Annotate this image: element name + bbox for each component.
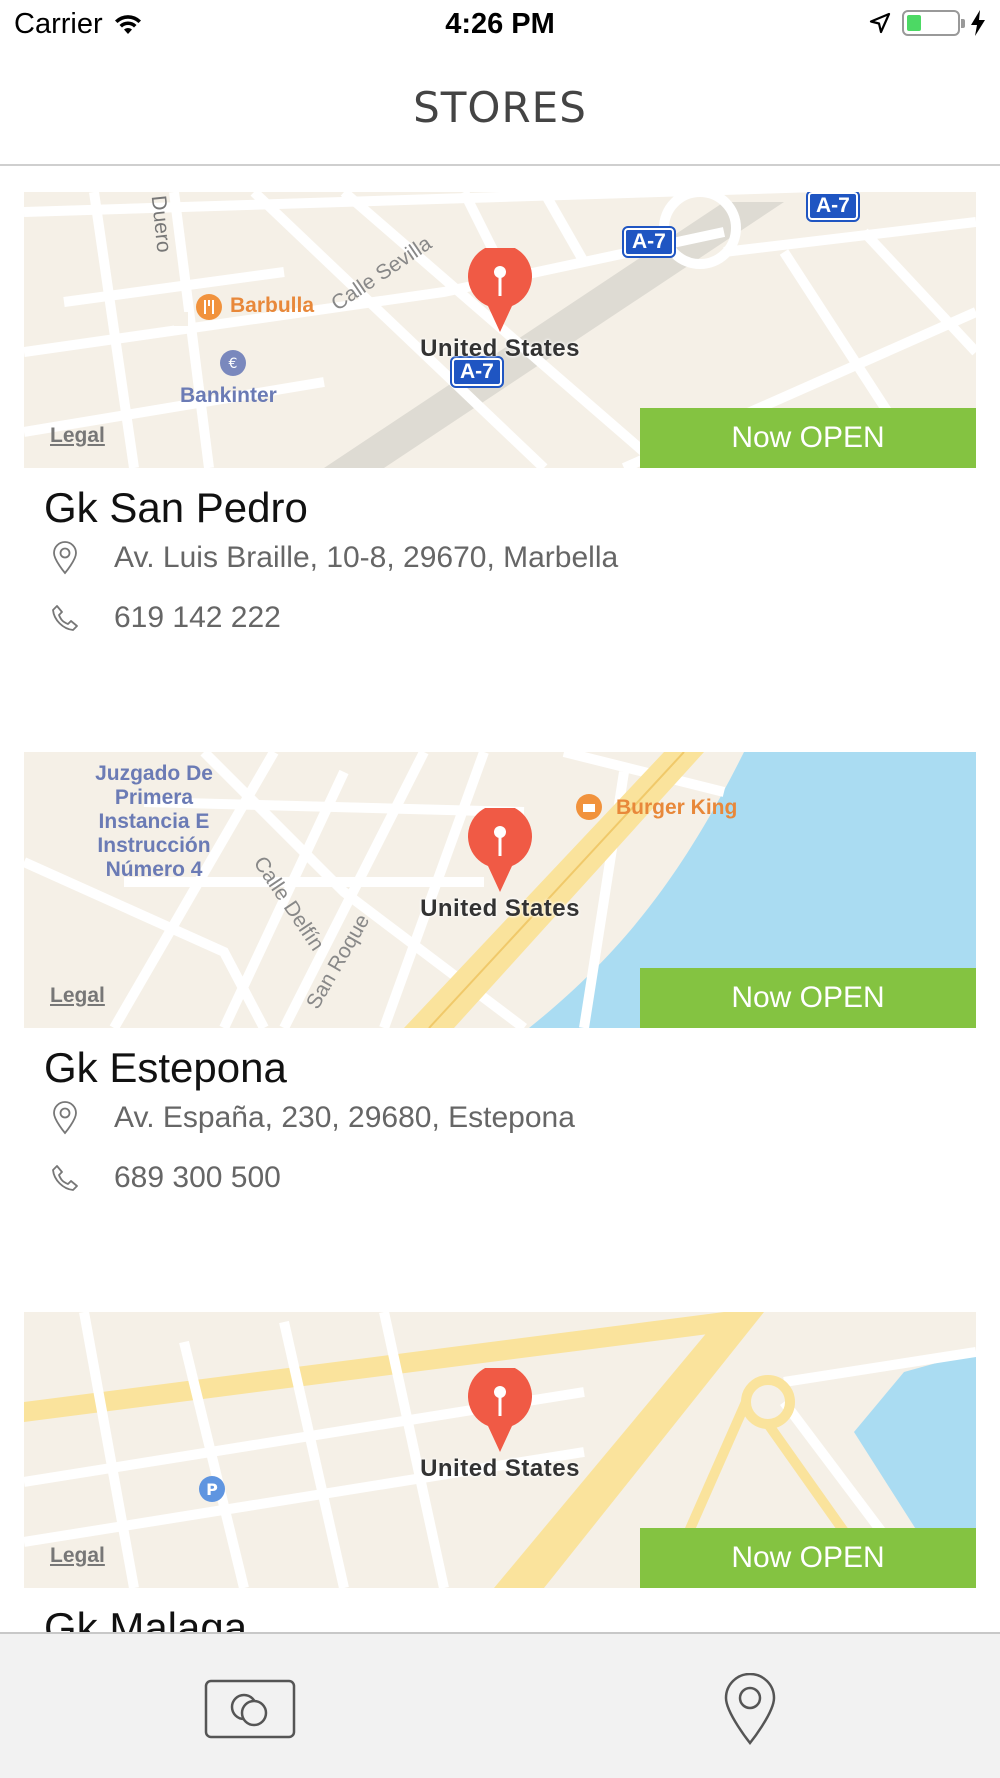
status-time: 4:26 PM xyxy=(445,8,555,40)
map-poi-label: Juzgado De Primera Instancia E Instrucci… xyxy=(95,762,213,881)
store-map[interactable]: Juzgado De Primera Instancia E Instrucci… xyxy=(24,752,976,1028)
open-status-badge: Now OPEN xyxy=(640,1528,976,1588)
store-map[interactable]: Barbulla € Bankinter Calle Sevilla Duero… xyxy=(24,192,976,468)
open-status-badge: Now OPEN xyxy=(640,968,976,1028)
location-pin-icon xyxy=(50,1100,80,1136)
store-address-row[interactable]: Av. Luis Braille, 10-8, 29670, Marbella xyxy=(50,540,618,576)
map-pin-label: United States xyxy=(420,895,580,922)
map-poi-label: Bankinter xyxy=(180,384,277,407)
tab-locations[interactable] xyxy=(690,1664,810,1754)
highway-shield: A-7 xyxy=(806,192,860,222)
battery-icon xyxy=(902,10,965,36)
map-legal-link[interactable]: Legal xyxy=(50,1544,105,1568)
store-card[interactable]: Juzgado De Primera Instancia E Instrucci… xyxy=(0,728,1000,1288)
highway-shield: A-7 xyxy=(622,226,676,258)
store-name: Gk Estepona xyxy=(44,1044,287,1091)
tab-stores[interactable] xyxy=(190,1664,310,1754)
location-pin-icon xyxy=(724,1673,776,1745)
store-list[interactable]: Barbulla € Bankinter Calle Sevilla Duero… xyxy=(0,168,1000,1632)
map-poi-label: Burger King xyxy=(616,796,738,819)
map-poi-label: Barbulla xyxy=(230,294,315,317)
location-pin-icon xyxy=(50,540,80,576)
status-bar: Carrier 4:26 PM xyxy=(0,0,1000,50)
map-pin-icon xyxy=(468,248,532,332)
store-map[interactable]: P United States Legal Now OPEN xyxy=(24,1312,976,1588)
map-pin-label: United States xyxy=(420,335,580,362)
store-phone-row[interactable]: 619 142 222 xyxy=(50,600,281,636)
coins-icon xyxy=(204,1679,296,1739)
nav-header: STORES xyxy=(0,50,1000,166)
map-pin-label: United States xyxy=(420,1455,580,1482)
tab-bar xyxy=(0,1632,1000,1778)
map-pin-icon xyxy=(468,808,532,892)
store-address-row[interactable]: Av. España, 230, 29680, Estepona xyxy=(50,1100,575,1136)
map-legal-link[interactable]: Legal xyxy=(50,424,105,448)
store-phone-row[interactable]: 689 300 500 xyxy=(50,1160,281,1196)
phone-icon xyxy=(50,1160,80,1196)
phone-icon xyxy=(50,600,80,636)
restaurant-poi-icon xyxy=(196,294,222,320)
store-address: Av. España, 230, 29680, Estepona xyxy=(114,1101,575,1134)
store-phone: 689 300 500 xyxy=(114,1161,281,1194)
location-arrow-icon xyxy=(869,12,891,34)
map-legal-link[interactable]: Legal xyxy=(50,984,105,1008)
store-phone: 619 142 222 xyxy=(114,601,281,634)
page-title: STORES xyxy=(413,83,587,132)
map-pin-icon xyxy=(468,1368,532,1452)
charging-bolt-icon xyxy=(971,10,985,36)
store-card[interactable]: Barbulla € Bankinter Calle Sevilla Duero… xyxy=(0,168,1000,728)
open-status-badge: Now OPEN xyxy=(640,408,976,468)
store-address: Av. Luis Braille, 10-8, 29670, Marbella xyxy=(114,541,619,574)
store-card[interactable]: P United States Legal Now OPEN Gk Malaga xyxy=(0,1288,1000,1632)
restaurant-poi-icon xyxy=(576,794,602,820)
store-name: Gk San Pedro xyxy=(44,484,308,531)
store-name: Gk Malaga xyxy=(44,1604,248,1632)
